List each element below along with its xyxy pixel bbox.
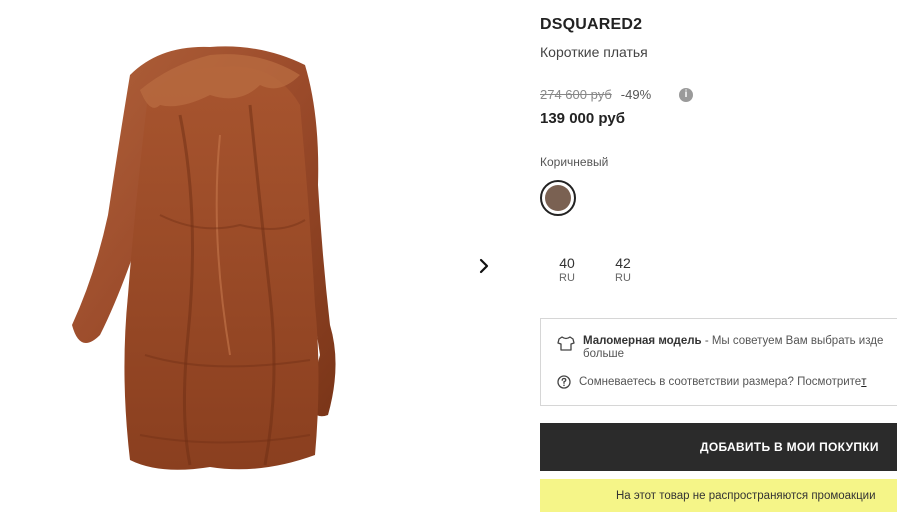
size-option-42[interactable]: 42 RU (608, 255, 638, 284)
color-swatch-fill (545, 185, 571, 211)
info-icon[interactable]: i (679, 88, 693, 102)
fit-advice: Маломерная модель - Мы советуем Вам выбр… (557, 335, 897, 361)
shirt-icon (557, 336, 575, 351)
fit-description: - Мы советуем Вам выбрать изде (701, 335, 884, 347)
size-question-text: Сомневаетесь в соответствии размера? Пос… (579, 376, 862, 388)
size-value: 42 (615, 255, 631, 271)
size-value: 40 (559, 255, 575, 271)
fit-advice-text: Маломерная модель - Мы советуем Вам выбр… (583, 335, 897, 361)
color-swatch[interactable] (540, 180, 576, 216)
size-unit: RU (559, 272, 575, 284)
add-to-cart-button[interactable]: ДОБАВИТЬ В МОИ ПОКУПКИ (540, 423, 897, 471)
discount-badge: -49% (620, 87, 652, 102)
promo-text: На этот товар не распространяются промоа… (616, 489, 876, 502)
product-category: Короткие платья (540, 44, 648, 60)
next-image-button[interactable] (474, 254, 494, 278)
size-option-40[interactable]: 40 RU (552, 255, 582, 284)
current-price: 139 000 руб (540, 110, 625, 127)
old-price: 274 600 руб (540, 87, 612, 102)
brand-name[interactable]: DSQUARED2 (540, 16, 642, 34)
fit-more: больше (583, 348, 625, 360)
fit-info-box: Маломерная модель - Мы советуем Вам выбр… (540, 318, 897, 406)
question-circle-icon (557, 375, 571, 389)
size-unit: RU (615, 272, 631, 284)
size-question: Сомневаетесь в соответствии размера? Пос… (557, 375, 867, 389)
product-image[interactable] (60, 35, 360, 485)
fit-title: Маломерная модель (583, 335, 702, 347)
chevron-right-icon (479, 258, 489, 274)
size-guide-link[interactable]: т (861, 376, 866, 388)
color-label: Коричневый (540, 155, 609, 169)
price-row: 274 600 руб -49% (540, 87, 651, 102)
promo-notice: На этот товар не распространяются промоа… (540, 479, 897, 512)
product-page: DSQUARED2 Короткие платья 274 600 руб -4… (0, 0, 897, 523)
